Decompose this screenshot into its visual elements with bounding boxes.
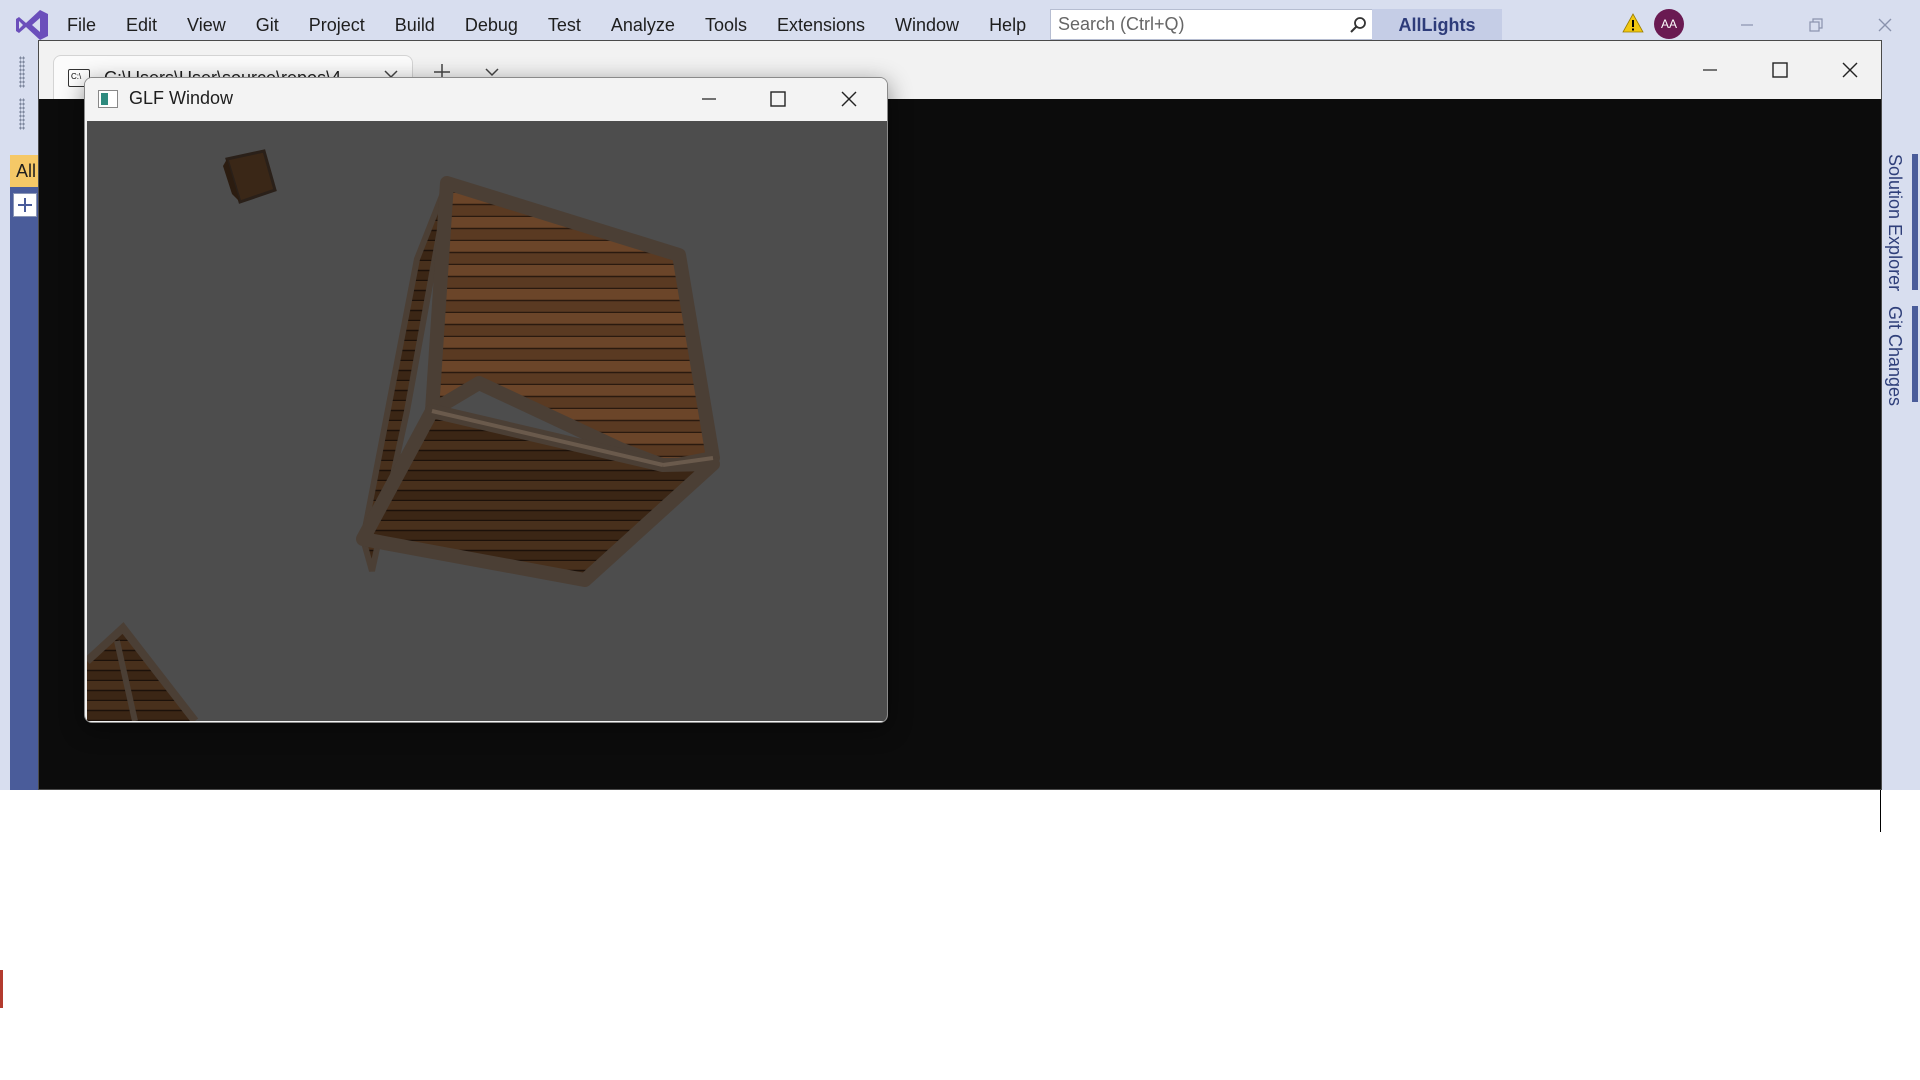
git-changes-tab[interactable]: Git Changes <box>1884 306 1905 406</box>
solution-explorer-tab[interactable]: Solution Explorer <box>1884 154 1905 291</box>
vs-restore-button[interactable] <box>1797 8 1835 42</box>
glf-app-icon <box>98 90 118 108</box>
console-close-button[interactable] <box>1831 53 1869 87</box>
solution-name-badge[interactable]: AllLights <box>1372 9 1502 41</box>
close-icon <box>1878 18 1892 32</box>
error-marker <box>0 970 3 1008</box>
solution-explorer-tab-indicator <box>1912 154 1918 290</box>
search-icon[interactable] <box>1349 16 1367 34</box>
toolbar-grip[interactable] <box>19 56 25 88</box>
glf-maximize-button[interactable] <box>759 82 797 116</box>
small-crate <box>223 149 277 204</box>
main-crate <box>356 176 720 587</box>
toolbox-add-icon[interactable] <box>13 193 37 217</box>
glf-window[interactable]: GLF Window <box>84 77 888 723</box>
warning-icon[interactable] <box>1622 12 1644 34</box>
text-caret <box>1880 790 1881 832</box>
toolbar-grip[interactable] <box>19 98 25 130</box>
maximize-icon <box>1772 62 1788 78</box>
opengl-render-canvas[interactable] <box>87 121 887 721</box>
maximize-icon <box>770 91 786 107</box>
console-maximize-button[interactable] <box>1761 53 1799 87</box>
restore-icon <box>1809 18 1823 32</box>
glf-window-title: GLF Window <box>129 88 234 108</box>
corner-crate <box>87 622 199 721</box>
avatar[interactable]: AA <box>1654 9 1684 39</box>
close-icon <box>1842 62 1858 78</box>
minimize-icon <box>1741 24 1753 26</box>
glf-minimize-button[interactable] <box>690 82 728 116</box>
minimize-icon <box>702 98 716 100</box>
vs-close-button[interactable] <box>1866 8 1904 42</box>
minimize-icon <box>1703 69 1717 71</box>
console-minimize-button[interactable] <box>1691 53 1729 87</box>
toolbox-tab[interactable]: All <box>10 155 40 187</box>
git-changes-tab-indicator <box>1912 306 1918 402</box>
left-tool-strip <box>10 155 40 790</box>
close-icon <box>841 91 857 107</box>
search-box[interactable] <box>1050 9 1378 40</box>
visual-studio-logo-icon[interactable] <box>14 8 50 42</box>
vs-minimize-button[interactable] <box>1728 8 1766 42</box>
glf-title-bar[interactable]: GLF Window <box>85 78 887 121</box>
bottom-panel[interactable] <box>2 790 1880 1080</box>
glf-close-button[interactable] <box>830 82 868 116</box>
search-input[interactable] <box>1058 14 1338 35</box>
